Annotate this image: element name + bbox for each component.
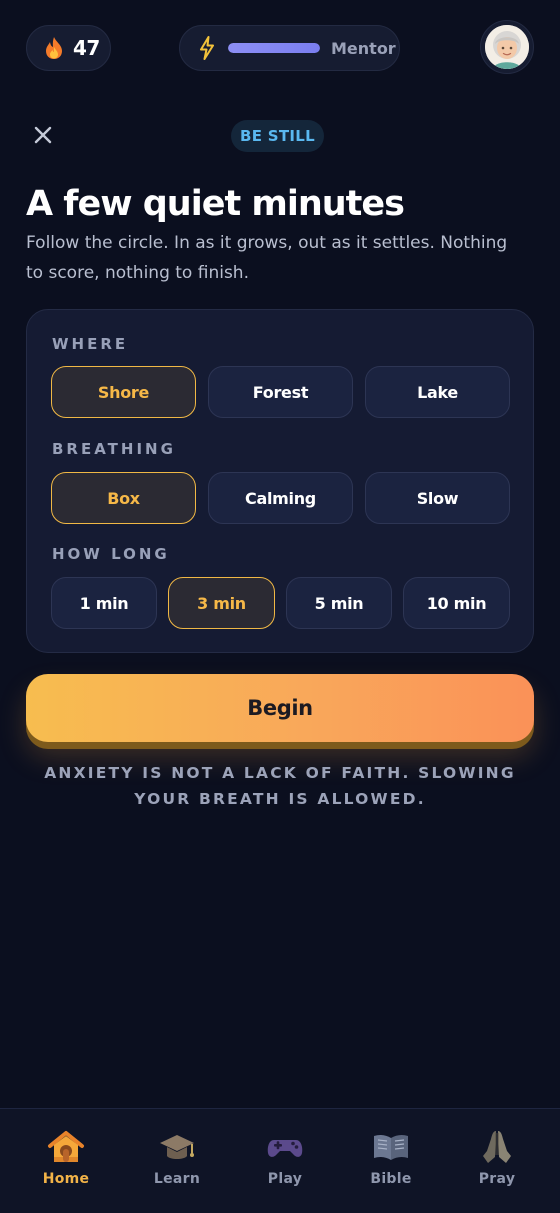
nav-item-learn[interactable]: Learn (132, 1127, 222, 1187)
nav-item-home[interactable]: Home (21, 1127, 111, 1187)
breathing-option-calming[interactable]: Calming (208, 472, 353, 524)
section-tag: BE STILL (231, 120, 324, 152)
nav-label-bible: Bible (370, 1171, 412, 1187)
nav-label-pray: Pray (478, 1171, 516, 1187)
page-title: A few quiet minutes (26, 184, 405, 224)
house-icon (48, 1131, 84, 1162)
xp-progress-fill (228, 43, 320, 53)
lightning-bolt-icon (200, 36, 214, 60)
nav-label-learn: Learn (153, 1171, 201, 1187)
streak-count: 47 (73, 36, 100, 60)
breathing-option-box[interactable]: Box (51, 472, 196, 524)
close-icon[interactable] (30, 122, 56, 148)
game-controller-icon (267, 1140, 303, 1157)
xp-progress[interactable]: Mentor (179, 25, 400, 71)
duration-label: HOW LONG (52, 545, 170, 563)
streak-counter[interactable]: 47 (26, 25, 111, 71)
rank-label: Mentor (331, 38, 396, 58)
flame-icon (46, 37, 62, 59)
where-option-forest[interactable]: Forest (208, 366, 353, 418)
duration-option-5-min[interactable]: 5 min (286, 577, 392, 629)
avatar (485, 25, 529, 69)
where-option-lake[interactable]: Lake (365, 366, 510, 418)
begin-button[interactable]: Begin (26, 674, 534, 742)
duration-option-10-min[interactable]: 10 min (403, 577, 510, 629)
xp-progress-bar (228, 43, 320, 53)
breathing-label: BREATHING (52, 440, 176, 458)
breathing-option-slow[interactable]: Slow (365, 472, 510, 524)
nav-label-home: Home (42, 1171, 90, 1187)
where-label: WHERE (52, 335, 129, 353)
praying-hands-icon (483, 1131, 511, 1163)
graduation-cap-icon (160, 1135, 194, 1159)
profile-button[interactable] (480, 20, 534, 74)
nav-label-play: Play (267, 1171, 303, 1187)
session-options-card: WHERE Shore Forest Lake BREATHING Box Ca… (26, 309, 534, 653)
open-book-icon (374, 1134, 408, 1160)
duration-option-1-min[interactable]: 1 min (51, 577, 157, 629)
nav-item-pray[interactable]: Pray (452, 1127, 542, 1187)
where-option-shore[interactable]: Shore (51, 366, 196, 418)
bottom-nav: Home Learn Play Bible Pray (0, 1108, 560, 1213)
elder-avatar-icon (485, 25, 529, 69)
nav-item-bible[interactable]: Bible (346, 1127, 436, 1187)
nav-item-play[interactable]: Play (240, 1127, 330, 1187)
page-subtitle: Follow the circle. In as it grows, out a… (26, 233, 508, 283)
encouragement-note: ANXIETY IS NOT A LACK OF FAITH. SLOWING … (44, 764, 516, 808)
duration-option-3-min[interactable]: 3 min (168, 577, 275, 629)
